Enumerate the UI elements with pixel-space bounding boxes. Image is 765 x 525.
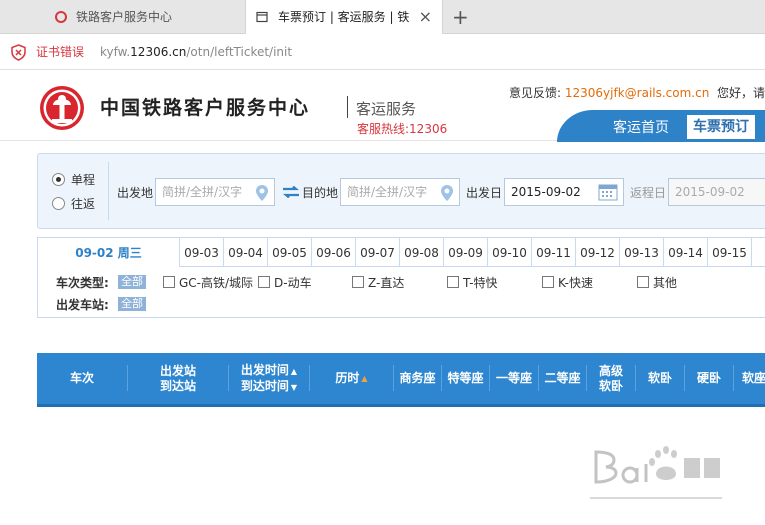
checkbox-k-label: K-快速 (558, 276, 593, 290)
col-station[interactable]: 出发站 到达站 (128, 353, 228, 404)
baidu-jingyan-watermark (590, 446, 722, 499)
col-second-class[interactable]: 二等座 (539, 353, 586, 404)
location-pin-icon (441, 185, 453, 201)
return-date-label: 返程日 (630, 186, 667, 200)
date-tab[interactable]: 09-12 (576, 237, 620, 267)
date-tab[interactable]: 09-14 (664, 237, 708, 267)
browser-tabstrip: 铁路客户服务中心 车票预订 | 客运服务 | 铁 × + (0, 0, 765, 35)
checkbox-d[interactable] (258, 276, 270, 288)
depart-date-label: 出发日 (466, 186, 503, 200)
service-title: 客运服务 (356, 100, 417, 118)
sort-down-icon[interactable]: ▼ (291, 383, 297, 392)
col-soft-sleeper[interactable]: 软卧 (636, 353, 684, 404)
col-first-class[interactable]: 一等座 (490, 353, 538, 404)
date-tab[interactable]: 09-15 (708, 237, 752, 267)
to-label: 目的地 (302, 186, 339, 200)
col-premium[interactable]: 特等座 (442, 353, 489, 404)
checkbox-other-label: 其他 (653, 276, 678, 290)
round-trip-radio[interactable] (52, 197, 65, 210)
cert-error-indicator[interactable]: 证书错误 (10, 43, 84, 61)
col-train[interactable]: 车次 (37, 353, 127, 404)
depart-date-input[interactable]: 2015-09-02 (504, 178, 624, 206)
station-all-badge[interactable]: 全部 (118, 297, 146, 311)
checkbox-k[interactable] (542, 276, 554, 288)
date-tab[interactable]: 09-04 (224, 237, 268, 267)
site-header: 中国铁路客户服务中心 客运服务 客服热线:12306 意见反馈: 12306yj… (0, 70, 765, 142)
round-trip-label: 往返 (71, 197, 96, 211)
location-pin-icon (256, 185, 268, 201)
col-time[interactable]: 出发时间 ▲ 到达时间 ▼ (229, 353, 309, 404)
date-tab[interactable]: 09-06 (312, 237, 356, 267)
main-nav: 客运首页 车票预订 (557, 110, 765, 142)
checkbox-other[interactable] (637, 276, 649, 288)
date-tab-selected[interactable]: 09-02 周三 (37, 237, 180, 268)
date-tab[interactable]: 09-11 (532, 237, 576, 267)
checkbox-z[interactable] (352, 276, 364, 288)
header-divider (347, 96, 348, 118)
checkbox-gc[interactable] (163, 276, 175, 288)
one-way-radio[interactable] (52, 173, 65, 186)
date-tab[interactable]: 09-09 (444, 237, 488, 267)
nav-booking[interactable]: 车票预订 (687, 115, 755, 139)
tab-title: 铁路客户服务中心 (76, 10, 173, 24)
date-tab[interactable]: 09-08 (400, 237, 444, 267)
railway-favicon-icon (55, 11, 67, 23)
station-label: 出发车站: (56, 298, 109, 312)
browser-tab-home[interactable]: 铁路客户服务中心 (40, 0, 244, 34)
from-input[interactable]: 简拼/全拼/汉字 (155, 178, 275, 206)
return-date-input[interactable]: 2015-09-02 (668, 178, 765, 206)
date-tab[interactable]: 09-10 (488, 237, 532, 267)
checkbox-z-label: Z-直达 (368, 276, 405, 290)
page-icon (256, 11, 268, 23)
address-bar: 证书错误 kyfw.12306.cn/otn/leftTicket/init (0, 34, 765, 70)
col-deluxe-sleeper[interactable]: 高级 软卧 (587, 353, 635, 404)
date-strip: 09-02 周三 09-03 09-04 09-05 09-06 09-07 0… (37, 237, 765, 268)
shield-icon (11, 44, 26, 61)
sort-up-icon[interactable]: ▲ (361, 371, 367, 386)
date-tab[interactable]: 09-07 (356, 237, 400, 267)
close-tab-icon[interactable]: × (419, 0, 432, 34)
url-field[interactable]: kyfw.12306.cn/otn/leftTicket/init (100, 44, 292, 60)
train-type-label: 车次类型: (56, 276, 109, 290)
col-hard-sleeper[interactable]: 硬卧 (685, 353, 733, 404)
nav-home[interactable]: 客运首页 (613, 117, 669, 137)
date-tab[interactable]: 09-05 (268, 237, 312, 267)
swap-icon[interactable] (282, 186, 300, 198)
date-tab[interactable]: 09-13 (620, 237, 664, 267)
train-type-all-badge[interactable]: 全部 (118, 275, 146, 289)
date-tab[interactable]: 0 (752, 237, 765, 267)
date-tab[interactable]: 09-03 (180, 237, 224, 267)
new-tab-icon[interactable]: + (452, 2, 469, 32)
search-panel: 单程 往返 出发地 简拼/全拼/汉字 目的地 简拼/全拼/汉字 出发日 2015… (37, 153, 765, 229)
brand-title: 中国铁路客户服务中心 (100, 97, 311, 119)
from-label: 出发地 (117, 186, 154, 200)
sort-up-icon[interactable]: ▲ (291, 367, 297, 376)
checkbox-d-label: D-动车 (274, 276, 312, 290)
col-soft-seat[interactable]: 软座 (734, 353, 765, 404)
feedback-line: 意见反馈: 12306yjfk@rails.com.cn 您好，请 登 (509, 86, 765, 100)
col-business[interactable]: 商务座 (394, 353, 441, 404)
railway-logo-icon (40, 86, 84, 130)
calendar-icon[interactable] (598, 183, 618, 201)
checkbox-t-label: T-特快 (463, 276, 498, 290)
hotline: 客服热线:12306 (357, 122, 448, 136)
results-header: 车次 出发站 到达站 出发时间 ▲ 到达时间 ▼ 历时 ▲ 商务座 特等座 一等座 二… (37, 353, 765, 407)
filter-box: 车次类型: 全部 出发车站: 全部 GC-高铁/城际 D-动车 Z-直达 T-特… (37, 267, 765, 318)
browser-tab-booking[interactable]: 车票预订 | 客运服务 | 铁 × (245, 0, 443, 35)
feedback-email-link[interactable]: 12306yjfk@rails.com.cn (565, 86, 709, 100)
col-duration[interactable]: 历时 ▲ (310, 353, 393, 404)
to-input[interactable]: 简拼/全拼/汉字 (340, 178, 460, 206)
one-way-label: 单程 (71, 173, 96, 187)
checkbox-gc-label: GC-高铁/城际 (179, 276, 254, 290)
tab-title: 车票预订 | 客运服务 | 铁 (278, 10, 410, 24)
checkbox-t[interactable] (447, 276, 459, 288)
